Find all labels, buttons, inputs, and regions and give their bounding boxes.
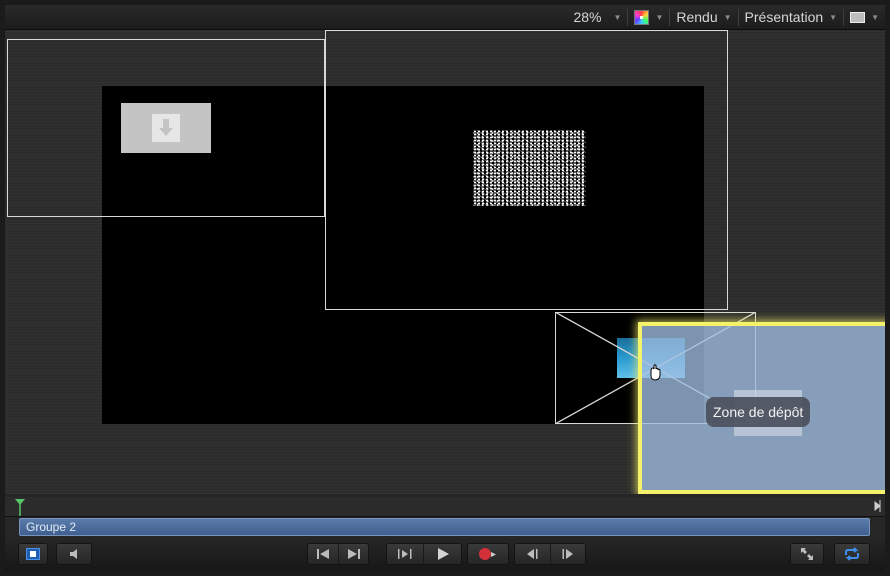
go-to-end-icon bbox=[347, 549, 360, 559]
next-frame-button[interactable] bbox=[549, 544, 585, 564]
view-label: Présentation bbox=[744, 9, 824, 25]
chevron-down-icon: ▼ bbox=[829, 12, 838, 22]
group-bar[interactable]: Groupe 2 bbox=[19, 518, 870, 536]
play-buttons bbox=[386, 543, 462, 565]
navigation-buttons bbox=[307, 543, 369, 565]
play-range-icon bbox=[398, 549, 412, 559]
play-icon bbox=[437, 548, 449, 560]
audio-icon bbox=[70, 549, 77, 559]
previous-frame-button[interactable] bbox=[515, 544, 550, 564]
layer-bounding-box[interactable] bbox=[7, 39, 325, 217]
audio-button[interactable] bbox=[56, 543, 92, 565]
zoom-level: 28% bbox=[573, 9, 602, 25]
play-range-button[interactable] bbox=[387, 544, 423, 564]
chevron-down-icon: ▼ bbox=[723, 12, 732, 22]
toggle-inspector-button[interactable] bbox=[18, 543, 48, 565]
time-ruler[interactable] bbox=[5, 497, 885, 517]
chevron-down-icon: ▼ bbox=[871, 12, 879, 22]
frame-step-buttons bbox=[514, 543, 586, 565]
fullscreen-button[interactable] bbox=[790, 543, 824, 565]
transport-bar bbox=[5, 538, 885, 571]
toggle-inspector-icon bbox=[26, 548, 40, 560]
go-to-end-button[interactable] bbox=[338, 544, 368, 564]
mini-timeline: Groupe 2 bbox=[5, 494, 885, 538]
render-label: Rendu bbox=[676, 9, 718, 25]
drag-cursor-icon bbox=[650, 364, 661, 381]
loop-icon bbox=[845, 547, 859, 561]
view-layout-popup[interactable]: ▼ bbox=[844, 5, 885, 29]
previous-frame-icon bbox=[527, 549, 538, 559]
view-popup[interactable]: Présentation ▼ bbox=[739, 5, 844, 29]
channels-popup[interactable]: ▼ bbox=[628, 5, 669, 29]
chevron-down-icon: ▼ bbox=[613, 12, 622, 22]
drop-zone-tooltip: Zone de dépôt bbox=[706, 397, 811, 427]
fullscreen-icon bbox=[801, 548, 813, 560]
out-point-icon[interactable] bbox=[873, 500, 881, 512]
play-button[interactable] bbox=[423, 544, 461, 564]
layer-bounding-box[interactable] bbox=[325, 30, 728, 310]
playhead-icon[interactable] bbox=[14, 498, 26, 516]
go-to-start-button[interactable] bbox=[308, 544, 338, 564]
next-frame-icon bbox=[562, 549, 573, 559]
zoom-popup[interactable]: 28% ▼ bbox=[542, 5, 628, 29]
color-channels-icon bbox=[634, 9, 650, 25]
canvas[interactable]: Zone de dépôt bbox=[5, 30, 885, 494]
render-popup[interactable]: Rendu ▼ bbox=[670, 5, 737, 29]
loop-button[interactable] bbox=[834, 543, 870, 565]
record-button[interactable] bbox=[467, 543, 509, 565]
record-icon bbox=[479, 548, 496, 560]
go-to-start-icon bbox=[317, 549, 329, 559]
view-layout-icon bbox=[850, 11, 866, 23]
chevron-down-icon: ▼ bbox=[655, 12, 664, 22]
canvas-toolbar: 28% ▼ ▼ Rendu ▼ Présentation ▼ ▼ bbox=[5, 5, 885, 30]
